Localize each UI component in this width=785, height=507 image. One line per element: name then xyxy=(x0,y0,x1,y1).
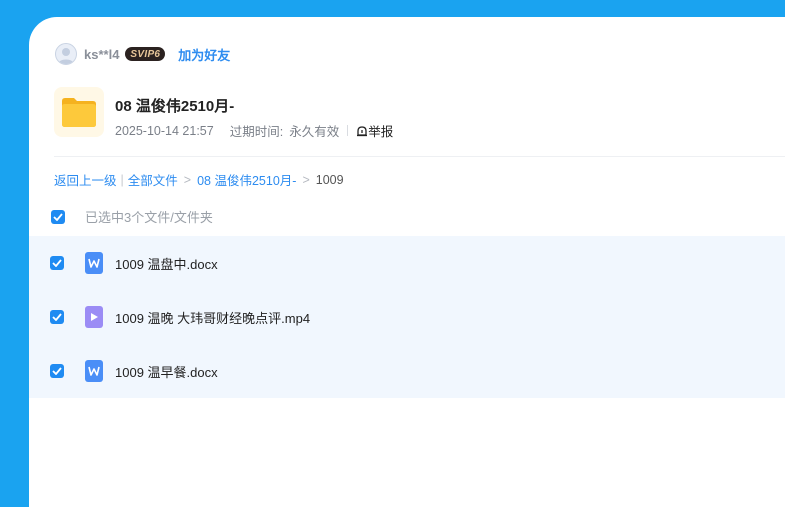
select-all-row: 已选中3个文件/文件夹 xyxy=(51,207,213,226)
breadcrumb-arrow: > xyxy=(183,172,192,187)
file-checkbox[interactable] xyxy=(50,364,64,378)
add-friend-link[interactable]: 加为好友 xyxy=(178,45,230,64)
checkmark-icon xyxy=(52,259,62,267)
checkmark-icon xyxy=(52,367,62,375)
file-name: 1009 温盘中.docx xyxy=(115,256,218,272)
breadcrumb-separator: | xyxy=(120,172,124,187)
expire-value: 永久有效 xyxy=(289,125,340,139)
report-icon xyxy=(357,125,368,136)
breadcrumb: 返回上一级 | 全部文件 > 08 温俊伟2510月- > 1009 xyxy=(54,170,344,189)
user-row: ks**l4 SVIP6 加为好友 xyxy=(55,43,230,65)
word-file-icon xyxy=(85,360,103,382)
file-checkbox[interactable] xyxy=(50,256,64,270)
file-name: 1009 温早餐.docx xyxy=(115,364,218,380)
checkmark-icon xyxy=(53,212,63,221)
share-meta: 2025-10-14 21:57 过期时间: 永久有效 举报 xyxy=(115,121,393,140)
username: ks**l4 xyxy=(84,46,120,62)
file-list: 1009 温盘中.docx 1009 温晚 大玮哥财经晚点评.mp4 1009 … xyxy=(29,236,785,398)
folder-thumbnail xyxy=(54,87,104,137)
file-name: 1009 温晚 大玮哥财经晚点评.mp4 xyxy=(115,310,311,326)
breadcrumb-current: 1009 xyxy=(315,172,344,187)
list-item[interactable]: 1009 温盘中.docx xyxy=(29,236,785,290)
file-checkbox[interactable] xyxy=(50,310,64,324)
checkmark-icon xyxy=(52,313,62,321)
list-item[interactable]: 1009 温早餐.docx xyxy=(29,344,785,398)
list-item[interactable]: 1009 温晚 大玮哥财经晚点评.mp4 xyxy=(29,290,785,344)
avatar[interactable] xyxy=(55,43,77,65)
divider xyxy=(54,156,785,157)
expire-label: 过期时间: xyxy=(229,125,284,139)
selection-count: 已选中3个文件/文件夹 xyxy=(85,210,213,225)
share-date: 2025-10-14 21:57 xyxy=(115,123,214,138)
folder-icon xyxy=(62,98,96,127)
breadcrumb-arrow: > xyxy=(302,172,310,187)
video-file-icon xyxy=(85,306,103,328)
report-label: 举报 xyxy=(368,125,394,139)
word-file-icon xyxy=(85,252,103,274)
breadcrumb-folder[interactable]: 08 温俊伟2510月- xyxy=(197,170,296,189)
report-button[interactable]: 举报 xyxy=(356,121,393,140)
breadcrumb-back[interactable]: 返回上一级 xyxy=(54,170,117,189)
share-title: 08 温俊伟2510月- xyxy=(115,98,235,115)
select-all-checkbox[interactable] xyxy=(51,209,65,224)
user-avatar-icon xyxy=(58,48,74,64)
vip-badge: SVIP6 xyxy=(125,47,166,61)
share-card: ks**l4 SVIP6 加为好友 08 温俊伟2510月- 2025-10-1… xyxy=(29,17,785,507)
breadcrumb-all-files[interactable]: 全部文件 xyxy=(128,170,178,189)
meta-divider xyxy=(347,125,349,136)
